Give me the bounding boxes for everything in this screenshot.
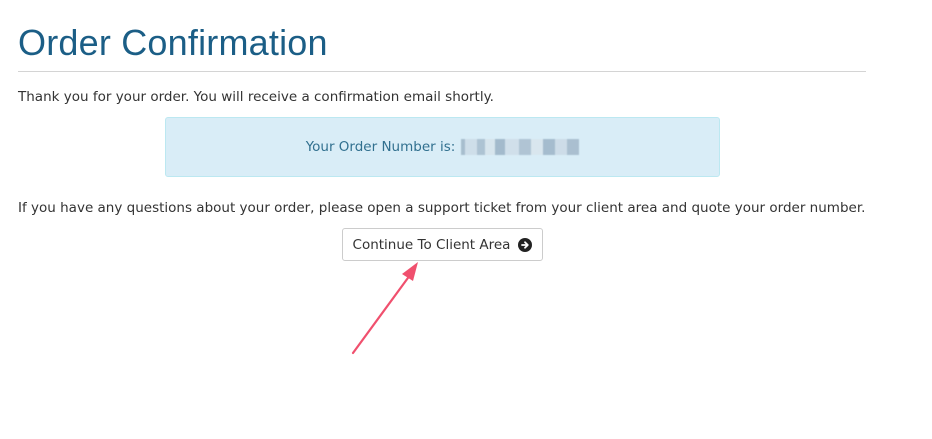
page-title: Order Confirmation	[18, 22, 328, 63]
order-number-alert: Your Order Number is:	[165, 117, 720, 177]
continue-button-label: Continue To Client Area	[352, 236, 511, 253]
order-number-label: Your Order Number is:	[305, 139, 456, 155]
thank-you-message: Thank you for your order. You will recei…	[18, 89, 494, 105]
order-confirmation-page: Order Confirmation Thank you for your or…	[0, 0, 932, 439]
arrow-circle-right-icon	[518, 237, 533, 252]
annotation-arrow	[351, 262, 418, 355]
title-divider	[18, 71, 866, 72]
continue-to-client-area-button[interactable]: Continue To Client Area	[342, 228, 543, 261]
support-info-message: If you have any questions about your ord…	[18, 200, 866, 216]
order-number-redacted	[461, 139, 580, 155]
